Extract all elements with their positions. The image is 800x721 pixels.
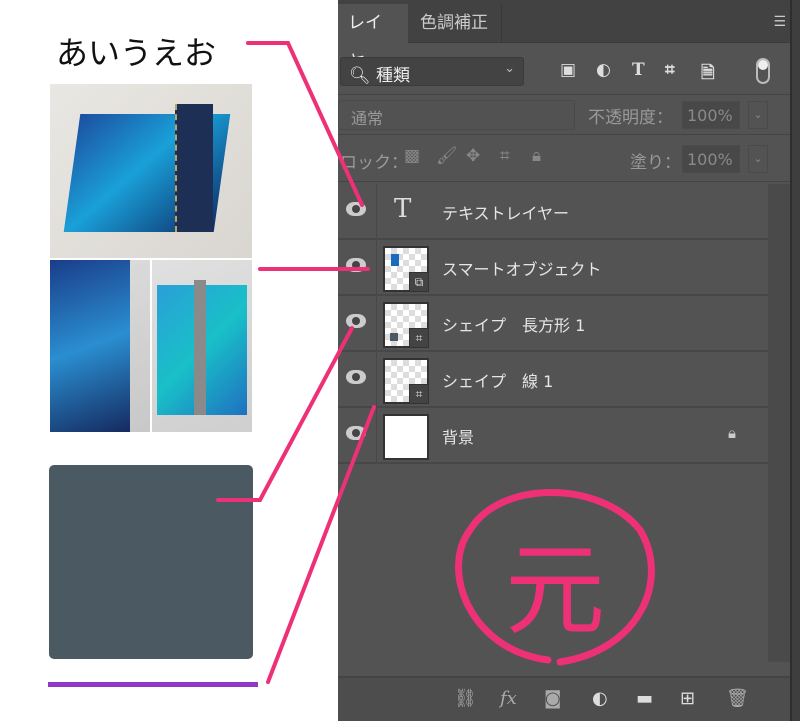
lock-position-icon[interactable]: ✥ xyxy=(466,146,480,166)
layer-row-smart-object[interactable]: ⧉ スマートオブジェクト xyxy=(338,240,768,296)
lock-artboard-icon[interactable]: ⌗ xyxy=(500,146,510,166)
filter-toggle[interactable] xyxy=(756,58,770,84)
tab-layers[interactable]: レイヤー xyxy=(338,4,408,43)
visibility-eye-icon[interactable] xyxy=(346,314,366,328)
line-shape xyxy=(48,682,258,687)
smart-object-filter-icon[interactable]: 🗎︎ xyxy=(701,60,715,89)
new-layer-icon[interactable]: ⊞ xyxy=(680,688,695,709)
text-layer-icon: T xyxy=(394,194,411,224)
shape-badge-icon: ⌗ xyxy=(409,384,429,404)
lock-transparent-icon[interactable]: ▩ xyxy=(404,146,420,166)
panel-tabs: レイヤー 色調補正 ☰ xyxy=(338,0,800,43)
layer-row-text[interactable]: T テキストレイヤー xyxy=(338,184,768,240)
layer-name: シェイプ 線 1 xyxy=(442,368,553,392)
layer-name: 背景 xyxy=(442,424,474,448)
layers-panel: レイヤー 色調補正 ☰ 🔍︎ 種類 ⌄ ▣ ◐ T ⌗ 🗎︎ 通常 不透明度： 1… xyxy=(338,0,800,721)
shape-filter-icon[interactable]: ⌗ xyxy=(665,60,675,80)
photo-book-open xyxy=(152,260,252,432)
layer-name: シェイプ 長方形 1 xyxy=(442,312,585,336)
text-layer-content: あいうえお xyxy=(56,28,216,74)
layer-name: テキストレイヤー xyxy=(442,200,569,224)
fill-label: 塗り： xyxy=(630,148,681,173)
panel-footer: ⛓︎ fx ◙ ◐ ▬ ⊞ 🗑︎ xyxy=(338,676,790,721)
layer-name: スマートオブジェクト xyxy=(442,256,602,280)
canvas-preview: あいうえお xyxy=(0,0,338,721)
blend-row: 通常 不透明度： 100% ⌄ xyxy=(338,95,790,135)
image-filter-icon[interactable]: ▣ xyxy=(560,60,576,80)
layer-thumbnail: ⌗ xyxy=(383,358,429,404)
layer-row-background[interactable]: 背景 🔒︎ xyxy=(338,408,768,464)
opacity-input[interactable]: 100% xyxy=(682,101,740,129)
tab-adjustments[interactable]: 色調補正 xyxy=(410,4,502,43)
link-layers-icon[interactable]: ⛓︎ xyxy=(454,688,477,709)
new-group-folder-icon[interactable]: ▬ xyxy=(636,688,653,709)
lock-paint-brush-icon[interactable]: 🖌︎ xyxy=(436,146,458,166)
photo-book-corner xyxy=(50,260,150,432)
filter-kind-select[interactable]: 🔍︎ 種類 ⌄ xyxy=(340,57,524,86)
visibility-eye-icon[interactable] xyxy=(346,258,366,272)
adjustment-layer-icon[interactable]: ◐ xyxy=(592,688,608,709)
trash-icon[interactable]: 🗑︎ xyxy=(726,688,749,709)
rectangle-shape xyxy=(49,465,253,659)
lock-icon[interactable]: 🔒︎ xyxy=(728,424,736,442)
layer-row-shape-rectangle[interactable]: ⌗ シェイプ 長方形 1 xyxy=(338,296,768,352)
layer-thumbnail: ⌗ xyxy=(383,302,429,348)
search-icon: 🔍︎ xyxy=(349,66,371,86)
fill-input[interactable]: 100% xyxy=(682,145,740,173)
layers-scrollbar[interactable] xyxy=(768,184,790,662)
lock-all-icon[interactable]: 🔒︎ xyxy=(532,146,541,166)
fill-dropdown[interactable]: ⌄ xyxy=(748,145,768,173)
adjustment-filter-icon[interactable]: ◐ xyxy=(596,60,611,80)
opacity-dropdown[interactable]: ⌄ xyxy=(748,101,768,129)
visibility-eye-icon[interactable] xyxy=(346,202,366,216)
panel-menu-icon[interactable]: ☰ xyxy=(773,14,786,30)
layer-thumbnail: ⧉ xyxy=(383,246,429,292)
visibility-eye-icon[interactable] xyxy=(346,370,366,384)
panel-border xyxy=(790,0,800,721)
layer-row-shape-line[interactable]: ⌗ シェイプ 線 1 xyxy=(338,352,768,408)
chevron-down-icon: ⌄ xyxy=(504,61,515,76)
fx-icon[interactable]: fx xyxy=(500,688,517,709)
layer-list: T テキストレイヤー ⧉ スマートオブジェクト ⌗ シェイプ 長方形 1 ⌗ シ… xyxy=(338,184,768,464)
type-filter-icon[interactable]: T xyxy=(632,60,645,80)
lock-label: ロック： xyxy=(340,148,408,173)
blend-mode-select[interactable]: 通常 xyxy=(338,100,575,130)
shape-badge-icon: ⌗ xyxy=(409,328,429,348)
smart-object-badge-icon: ⧉ xyxy=(409,272,429,292)
photo-book-cover xyxy=(50,84,252,258)
filter-kind-label: 種類 xyxy=(376,66,410,86)
layer-thumbnail xyxy=(383,414,429,460)
add-mask-icon[interactable]: ◙ xyxy=(544,688,561,709)
opacity-label: 不透明度： xyxy=(588,103,673,128)
visibility-eye-icon[interactable] xyxy=(346,426,366,440)
